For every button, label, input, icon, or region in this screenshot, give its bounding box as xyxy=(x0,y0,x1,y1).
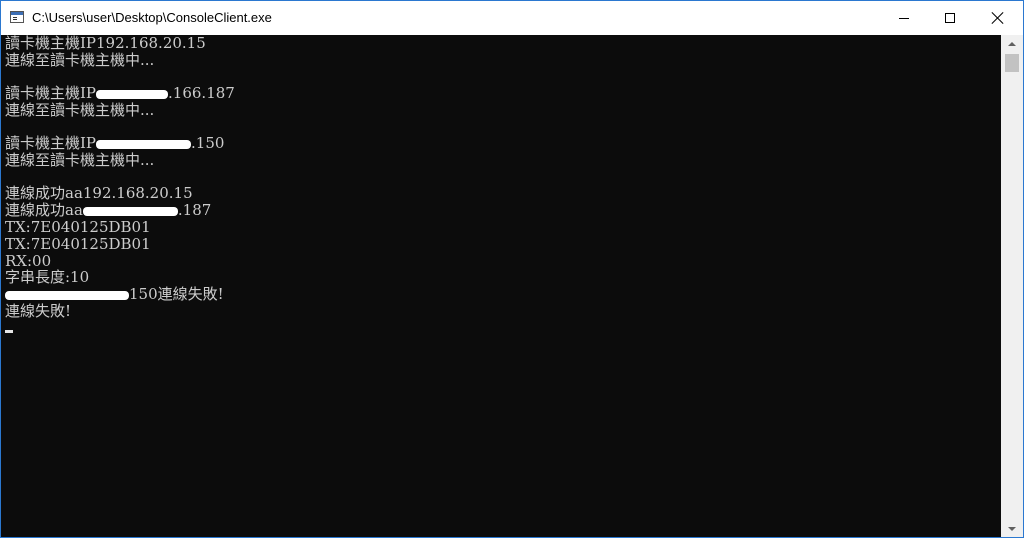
redacted-text xyxy=(96,139,192,149)
line-prefix: 連線成功aa xyxy=(5,201,83,219)
console-line: 讀卡機主機IP192.168.20.15 xyxy=(5,34,206,52)
maximize-icon xyxy=(945,13,955,23)
line-suffix: .150 xyxy=(191,134,225,152)
console-line: TX:7E040125DB01 xyxy=(5,235,151,253)
window-title: C:\Users\user\Desktop\ConsoleClient.exe xyxy=(32,10,272,25)
minimize-button[interactable] xyxy=(881,1,927,35)
console-line: 連線成功aa .187 xyxy=(5,202,211,219)
arrow-up-icon xyxy=(1008,41,1016,46)
console-line: 字串長度:10 xyxy=(5,268,90,286)
console-output[interactable]: 讀卡機主機IP192.168.20.15 連線至讀卡機主機中... 讀卡機主機I… xyxy=(1,35,1001,537)
redacted-text xyxy=(82,206,178,216)
scroll-down-button[interactable] xyxy=(1001,520,1023,537)
redacted-text xyxy=(5,290,129,300)
vertical-scrollbar[interactable] xyxy=(1001,35,1023,537)
text-cursor xyxy=(5,330,13,333)
close-button[interactable] xyxy=(975,1,1021,35)
title-bar[interactable]: C:\Users\user\Desktop\ConsoleClient.exe xyxy=(1,1,1023,35)
console-line: 連線成功aa192.168.20.15 xyxy=(5,184,193,202)
console-line: 連線至讀卡機主機中... xyxy=(5,151,155,169)
redacted-text xyxy=(96,89,169,99)
maximize-button[interactable] xyxy=(927,1,973,35)
line-suffix: .187 xyxy=(177,201,212,219)
console-line: 連線至讀卡機主機中... xyxy=(5,51,155,69)
scrollbar-thumb[interactable] xyxy=(1005,54,1019,72)
console-line: 連線至讀卡機主機中... xyxy=(5,101,155,119)
line-prefix: 讀卡機主機IP xyxy=(5,134,97,152)
minimize-icon xyxy=(899,17,909,19)
console-line: 150連線失敗! xyxy=(5,286,224,303)
console-line: TX:7E040125DB01 xyxy=(5,218,151,236)
console-line: 讀卡機主機IP .166.187 xyxy=(5,85,235,102)
console-app-icon[interactable] xyxy=(10,11,24,23)
arrow-down-icon xyxy=(1008,526,1016,531)
console-line: 讀卡機主機IP .150 xyxy=(5,135,224,152)
close-icon xyxy=(992,12,1004,24)
line-prefix: 讀卡機主機IP xyxy=(5,84,97,102)
scroll-up-button[interactable] xyxy=(1001,35,1023,52)
line-suffix: .166.187 xyxy=(168,84,235,102)
line-suffix: 150連線失敗! xyxy=(129,285,224,303)
console-window: C:\Users\user\Desktop\ConsoleClient.exe … xyxy=(0,0,1024,538)
console-line: 連線失敗! xyxy=(5,302,72,320)
